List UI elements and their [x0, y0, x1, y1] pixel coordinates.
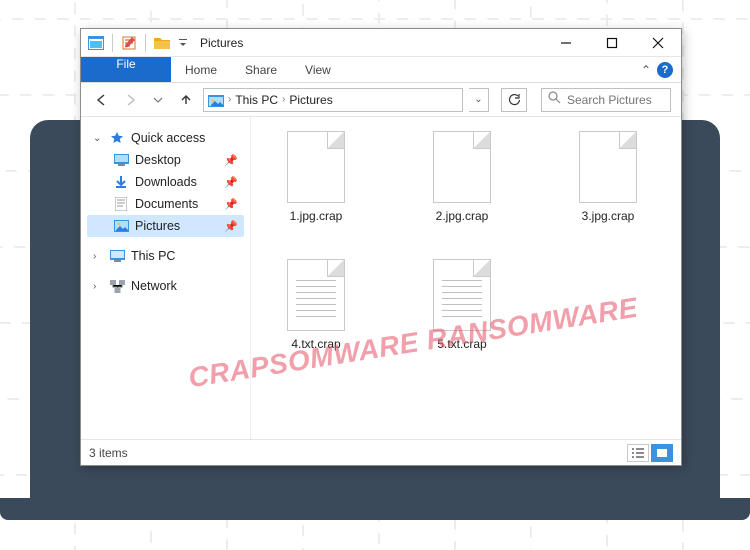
documents-icon [113, 196, 129, 212]
caret-right-icon: › [93, 281, 103, 292]
tab-label: Home [185, 63, 217, 77]
window-title: Pictures [200, 36, 243, 50]
minimize-button[interactable] [543, 29, 589, 57]
breadcrumb-segment[interactable]: Pictures [289, 93, 332, 107]
file-name-label: 4.txt.crap [291, 337, 340, 351]
text-file-icon [433, 259, 491, 331]
ribbon-collapse-icon[interactable]: ⌃ [641, 63, 651, 77]
qat-dropdown[interactable] [176, 32, 190, 54]
tab-label: View [305, 63, 331, 77]
chevron-right-icon: › [228, 94, 231, 105]
address-bar-row: › This PC › Pictures ⌄ [81, 83, 681, 117]
status-item-count: 3 items [89, 446, 128, 460]
nav-label: Quick access [131, 131, 205, 145]
tab-view[interactable]: View [291, 57, 345, 82]
nav-label: This PC [131, 249, 175, 263]
file-name-label: 3.jpg.crap [582, 209, 635, 223]
file-item[interactable]: 5.txt.crap [417, 259, 507, 351]
pin-icon: 📌 [224, 198, 244, 211]
nav-recent-dropdown[interactable] [147, 89, 169, 111]
chevron-right-icon: › [282, 94, 285, 105]
address-dropdown[interactable]: ⌄ [469, 88, 489, 112]
nav-label: Desktop [135, 153, 181, 167]
file-item[interactable]: 2.jpg.crap [417, 131, 507, 223]
blank-file-icon [579, 131, 637, 203]
tab-label: Share [245, 63, 277, 77]
nav-quick-access[interactable]: ⌄ Quick access [87, 127, 244, 149]
ribbon: File Home Share View ⌃ ? [81, 57, 681, 83]
nav-label: Pictures [135, 219, 180, 233]
nav-label: Network [131, 279, 177, 293]
this-pc-icon [109, 248, 125, 264]
pin-icon: 📌 [224, 176, 244, 189]
view-large-icons-button[interactable] [651, 444, 673, 462]
nav-this-pc[interactable]: › This PC [87, 245, 244, 267]
file-name-label: 5.txt.crap [437, 337, 486, 351]
quick-access-toolbar [81, 32, 190, 54]
breadcrumb[interactable]: › This PC › Pictures [203, 88, 463, 112]
qat-separator [112, 34, 113, 52]
tab-home[interactable]: Home [171, 57, 231, 82]
nav-item-documents[interactable]: Documents 📌 [87, 193, 244, 215]
text-file-icon [287, 259, 345, 331]
nav-label: Downloads [135, 175, 197, 189]
nav-up-button[interactable] [175, 89, 197, 111]
nav-item-desktop[interactable]: Desktop 📌 [87, 149, 244, 171]
file-item[interactable]: 3.jpg.crap [563, 131, 653, 223]
nav-label: Documents [135, 197, 198, 211]
explorer-window: Pictures File Home Share View ⌃ ? › This… [80, 28, 682, 466]
download-icon [113, 174, 129, 190]
caret-down-icon: ⌄ [93, 133, 103, 144]
help-icon[interactable]: ? [657, 62, 673, 78]
qat-folder-button[interactable] [151, 32, 173, 54]
window-controls [543, 29, 681, 57]
nav-item-pictures[interactable]: Pictures 📌 [87, 215, 244, 237]
file-item[interactable]: 1.jpg.crap [271, 131, 361, 223]
view-toggles [627, 444, 673, 462]
pin-icon: 📌 [224, 220, 244, 233]
nav-item-downloads[interactable]: Downloads 📌 [87, 171, 244, 193]
status-bar: 3 items [81, 439, 681, 465]
navigation-pane: ⌄ Quick access Desktop 📌 Downloads 📌 Doc… [81, 117, 251, 439]
tab-file[interactable]: File [81, 57, 171, 82]
pin-icon: 📌 [224, 154, 244, 167]
laptop-base-silhouette [0, 498, 750, 520]
tab-label: File [116, 57, 135, 71]
search-box[interactable] [541, 88, 671, 112]
file-name-label: 2.jpg.crap [436, 209, 489, 223]
file-name-label: 1.jpg.crap [290, 209, 343, 223]
close-button[interactable] [635, 29, 681, 57]
tab-share[interactable]: Share [231, 57, 291, 82]
content-pane: 1.jpg.crap 2.jpg.crap 3.jpg.crap 4.txt.crap… [251, 117, 681, 439]
star-icon [109, 130, 125, 146]
desktop-icon [113, 152, 129, 168]
refresh-button[interactable] [501, 88, 527, 112]
file-grid: 1.jpg.crap 2.jpg.crap 3.jpg.crap 4.txt.crap… [271, 131, 671, 351]
search-input[interactable] [567, 93, 664, 107]
maximize-button[interactable] [589, 29, 635, 57]
pictures-folder-icon [208, 93, 224, 107]
breadcrumb-segment[interactable]: This PC [235, 93, 278, 107]
blank-file-icon [287, 131, 345, 203]
view-details-button[interactable] [627, 444, 649, 462]
search-icon [548, 91, 561, 109]
file-item[interactable]: 4.txt.crap [271, 259, 361, 351]
nav-network[interactable]: › Network [87, 275, 244, 297]
qat-properties-button[interactable] [118, 32, 140, 54]
qat-separator [145, 34, 146, 52]
blank-file-icon [433, 131, 491, 203]
pictures-icon [113, 218, 129, 234]
window-icon[interactable] [85, 32, 107, 54]
caret-right-icon: › [93, 251, 103, 262]
window-body: ⌄ Quick access Desktop 📌 Downloads 📌 Doc… [81, 117, 681, 439]
titlebar: Pictures [81, 29, 681, 57]
network-icon [109, 278, 125, 294]
nav-forward-button[interactable] [119, 89, 141, 111]
nav-back-button[interactable] [91, 89, 113, 111]
